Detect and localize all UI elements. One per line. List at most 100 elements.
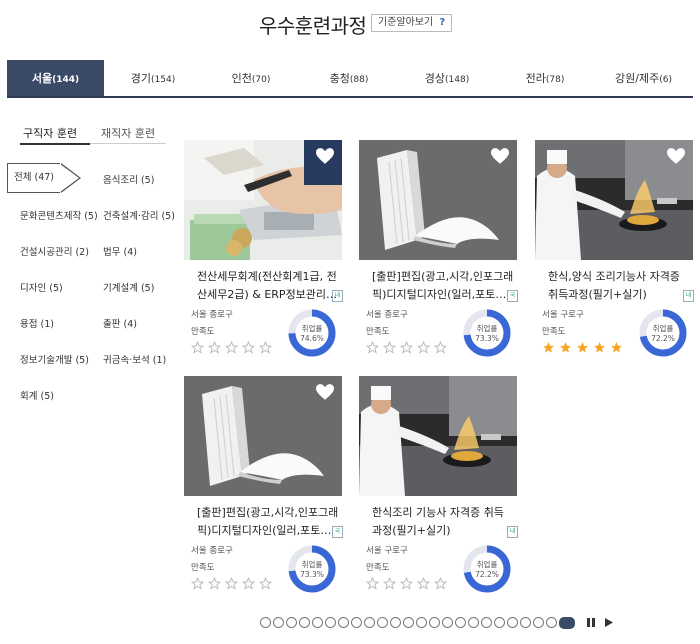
tab-gyeongsang[interactable]: 경상(148) [398, 60, 496, 96]
pager-dot[interactable] [494, 617, 505, 628]
criteria-label: 기준알아보기 [378, 17, 434, 28]
employment-rate: 72.2% [475, 570, 499, 579]
active-tab-underline [20, 143, 90, 145]
badge-icon: 내 [683, 290, 694, 302]
pager-dot[interactable] [455, 617, 466, 628]
course-card[interactable]: [출판]편집(광고,시각,인포그래픽)디지털디자인(일러,포토… 국 서울 종로… [184, 376, 343, 593]
pager-dot[interactable] [273, 617, 284, 628]
star-icon [224, 340, 239, 354]
tab-employee[interactable]: 재직자 훈련 [101, 125, 155, 141]
category-jewelry[interactable]: 귀금속·보석 (1) [103, 352, 166, 366]
pager-dot[interactable] [520, 617, 531, 628]
employment-donut: 취업률 74.6% [287, 308, 337, 358]
star-rating [190, 339, 276, 358]
star-icon [433, 576, 448, 590]
star-icon [433, 340, 448, 354]
tab-job-seeker[interactable]: 구직자 훈련 [23, 125, 77, 141]
course-title[interactable]: [출판]편집(광고,시각,인포그래픽)디지털디자인(일러,포토… [372, 268, 514, 304]
star-rating [542, 339, 627, 358]
pause-icon[interactable] [586, 617, 596, 628]
star-icon [258, 576, 273, 590]
star-icon [399, 340, 414, 354]
course-card[interactable]: 한식,양식 조리기능사 자격증 취득과정(필기+실기) 내 서울 구로구 만족도… [535, 140, 694, 358]
tab-jeolla[interactable]: 전라(78) [496, 60, 594, 96]
category-welding[interactable]: 용접 (1) [20, 316, 54, 330]
title-bar: 우수훈련과정 기준알아보기 ? [0, 10, 700, 38]
play-icon[interactable] [604, 617, 614, 628]
course-title[interactable]: 한식,양식 조리기능사 자격증 취득과정(필기+실기) [548, 268, 690, 304]
course-location: 서울 종로구 [366, 310, 408, 320]
pager-dot[interactable] [351, 617, 362, 628]
pager-dot[interactable] [481, 617, 492, 628]
pager-dot[interactable] [533, 617, 544, 628]
pager-dot[interactable] [559, 617, 575, 629]
star-icon [577, 342, 588, 353]
course-title[interactable]: [출판]편집(광고,시각,인포그래픽)디지털디자인(일러,포토… [197, 504, 339, 540]
satisfaction-label: 만족도 [542, 327, 566, 337]
course-title[interactable]: 전산세무회계(전산회계1급, 전산세무2급) & ERP정보관리… [197, 268, 339, 304]
category-architecture[interactable]: 건축설계·감리 (5) [103, 208, 175, 222]
pager-dot[interactable] [299, 617, 310, 628]
employment-rate: 74.6% [300, 334, 324, 343]
star-icon [399, 576, 414, 590]
pager-dot[interactable] [416, 617, 427, 628]
category-mechanical[interactable]: 기계설계 (5) [103, 280, 154, 294]
pager-dot[interactable] [286, 617, 297, 628]
heart-icon[interactable] [316, 148, 334, 164]
heart-icon[interactable] [316, 384, 334, 400]
star-icon [207, 576, 222, 590]
star-icon [560, 342, 571, 353]
course-card[interactable]: [출판]편집(광고,시각,인포그래픽)디지털디자인(일러,포토… 국 서울 종로… [359, 140, 518, 357]
tab-gyeonggi[interactable]: 경기(154) [104, 60, 202, 96]
employment-label: 취업률 [302, 324, 323, 333]
pager-dot[interactable] [429, 617, 440, 628]
course-thumbnail[interactable] [535, 140, 693, 260]
pager-dot[interactable] [507, 617, 518, 628]
course-title[interactable]: 한식조리 기능사 자격증 취득과정(필기+실기) [372, 504, 514, 540]
pager-dot[interactable] [390, 617, 401, 628]
pager-dot[interactable] [260, 617, 271, 628]
tab-seoul[interactable]: 서울(144) [7, 60, 104, 96]
pager-dot[interactable] [403, 617, 414, 628]
course-card[interactable]: 전산세무회계(전산회계1급, 전산세무2급) & ERP정보관리… 내 서울 종… [184, 140, 343, 358]
question-icon: ? [439, 17, 446, 28]
star-icon [416, 340, 431, 354]
tab-chungcheong[interactable]: 충청(88) [300, 60, 398, 96]
tab-incheon[interactable]: 인천(70) [202, 60, 300, 96]
category-law[interactable]: 법무 (4) [103, 244, 137, 258]
pager-dot[interactable] [338, 617, 349, 628]
pager-dot[interactable] [468, 617, 479, 628]
heart-icon[interactable] [491, 148, 509, 164]
heart-icon[interactable] [667, 148, 685, 164]
category-cooking[interactable]: 음식조리 (5) [103, 172, 154, 186]
pager-dot[interactable] [377, 617, 388, 628]
region-tabs: 서울(144) 경기(154) 인천(70) 충청(88) 경상(148) 전라… [7, 60, 693, 98]
criteria-button[interactable]: 기준알아보기 ? [371, 14, 453, 32]
category-construction[interactable]: 건설시공관리 (2) [20, 244, 89, 258]
star-icon [543, 342, 554, 353]
course-thumbnail[interactable] [359, 376, 517, 496]
employment-label: 취업률 [653, 324, 674, 333]
course-thumbnail[interactable] [359, 140, 517, 260]
pager-dot[interactable] [546, 617, 557, 628]
category-design[interactable]: 디자인 (5) [20, 280, 63, 294]
pager-dot[interactable] [312, 617, 323, 628]
course-thumbnail[interactable] [184, 140, 342, 260]
category-publishing[interactable]: 출판 (4) [103, 316, 137, 330]
course-thumbnail[interactable] [184, 376, 342, 496]
category-accounting[interactable]: 회계 (5) [20, 388, 54, 402]
star-icon [190, 340, 205, 354]
category-it-dev[interactable]: 정보기술개발 (5) [20, 352, 89, 366]
pager-dot[interactable] [442, 617, 453, 628]
badge-icon: 내 [507, 526, 518, 538]
pager-dot[interactable] [364, 617, 375, 628]
category-culture-content[interactable]: 문화콘텐츠제작 (5) [20, 208, 98, 222]
course-location: 서울 구로구 [542, 310, 584, 320]
chef-photo [359, 376, 517, 496]
course-card[interactable]: 한식조리 기능사 자격증 취득과정(필기+실기) 내 서울 구로구 만족도 취업… [359, 376, 518, 593]
star-icon [241, 576, 256, 590]
course-location: 서울 구로구 [366, 546, 408, 556]
category-all[interactable]: 전체 (47) [7, 163, 81, 193]
pager-dot[interactable] [325, 617, 336, 628]
tab-gangwon-jeju[interactable]: 강원/제주(6) [594, 60, 693, 96]
